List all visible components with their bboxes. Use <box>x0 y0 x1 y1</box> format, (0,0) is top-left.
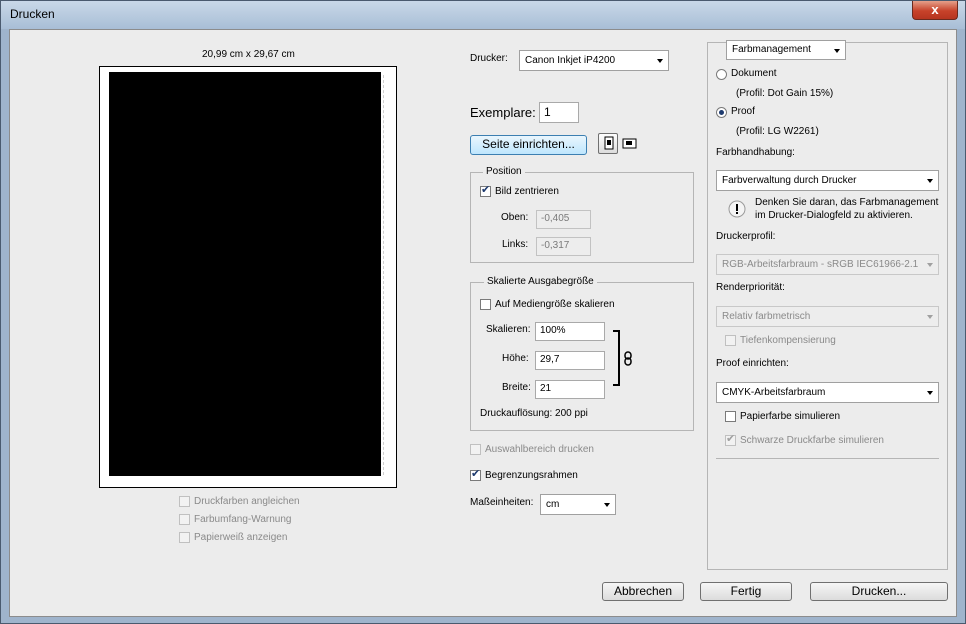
radio-dot-icon <box>719 110 724 115</box>
left-offset-input[interactable]: -0,317 <box>536 237 591 256</box>
portrait-orientation-icon <box>604 136 614 150</box>
width-input[interactable]: 21 <box>535 380 605 399</box>
printer-label: Drucker: <box>470 53 508 64</box>
color-handling-value: Farbverwaltung durch Drucker <box>722 175 857 186</box>
proof-radio[interactable] <box>716 107 727 118</box>
proof-profile: (Profil: LG W2261) <box>736 126 819 137</box>
fit-to-media-checkbox[interactable] <box>480 299 491 310</box>
print-dialog: Drucken x 20,99 cm x 29,67 cm Druckfarbe… <box>0 0 966 624</box>
page-setup-button[interactable]: Seite einrichten... <box>470 135 587 155</box>
center-image-label: Bild zentrieren <box>495 186 559 197</box>
print-resolution: Druckauflösung: 200 ppi <box>480 408 588 419</box>
printer-select[interactable]: Canon Inkjet iP4200 <box>519 50 669 71</box>
proof-label: Proof <box>731 106 755 117</box>
warning-text-1: Denken Sie daran, das Farbmanagement <box>755 197 939 208</box>
color-management-select[interactable]: Farbmanagement <box>726 40 846 60</box>
simulate-black-ink-label: Schwarze Druckfarbe simulieren <box>740 435 884 446</box>
print-selection-checkbox[interactable] <box>470 444 481 455</box>
landscape-orientation-button[interactable] <box>621 134 639 153</box>
scale-input[interactable]: 100% <box>535 322 605 341</box>
units-value: cm <box>546 499 560 510</box>
proof-setup-label: Proof einrichten: <box>716 358 789 369</box>
scale-label: Skalieren: <box>486 324 531 335</box>
color-handling-label: Farbhandhabung: <box>716 147 795 158</box>
height-label: Höhe: <box>502 353 529 364</box>
render-intent-select[interactable]: Relativ farbmetrisch <box>716 306 939 327</box>
top-offset-input[interactable]: -0,405 <box>536 210 591 229</box>
top-offset-label: Oben: <box>501 212 529 223</box>
portrait-orientation-button[interactable] <box>598 133 618 154</box>
show-paper-white-checkbox[interactable] <box>179 532 190 543</box>
show-paper-white-label: Papierweiß anzeigen <box>194 532 288 543</box>
landscape-orientation-icon <box>622 138 637 149</box>
simulate-paper-color-label: Papierfarbe simulieren <box>740 411 841 422</box>
warning-icon <box>728 200 746 218</box>
gamut-warning-checkbox[interactable] <box>179 514 190 525</box>
panel-divider <box>716 458 939 459</box>
document-profile: (Profil: Dot Gain 15%) <box>736 88 834 99</box>
proof-setup-value: CMYK-Arbeitsfarbraum <box>722 387 826 398</box>
chevron-down-icon <box>657 59 663 63</box>
simulate-black-ink-checkbox[interactable]: ✔ <box>725 433 736 446</box>
chevron-down-icon <box>927 263 933 267</box>
chevron-down-icon <box>927 179 933 183</box>
center-image-checkbox[interactable]: ✔ <box>480 184 491 197</box>
printer-profile-value: RGB-Arbeitsfarbraum - sRGB IEC61966-2.1 <box>722 259 919 270</box>
units-select[interactable]: cm <box>540 494 616 515</box>
color-management-value: Farbmanagement <box>732 44 811 55</box>
chevron-down-icon <box>927 391 933 395</box>
preview-image[interactable] <box>109 72 381 476</box>
copies-input[interactable]: 1 <box>539 102 579 123</box>
warning-text-2: im Drucker-Dialogfeld zu aktivieren. <box>755 210 913 221</box>
bounding-box-label: Begrenzungsrahmen <box>485 470 578 481</box>
checkmark-icon: ✔ <box>726 433 736 445</box>
printer-profile-label: Druckerprofil: <box>716 231 776 242</box>
document-radio[interactable] <box>716 69 727 80</box>
bounding-box-checkbox[interactable]: ✔ <box>470 468 481 481</box>
dialog-body: 20,99 cm x 29,67 cm Druckfarben angleich… <box>9 29 957 617</box>
print-selection-label: Auswahlbereich drucken <box>485 444 594 455</box>
position-legend: Position <box>483 166 525 177</box>
render-intent-label: Renderpriorität: <box>716 282 785 293</box>
copies-label: Exemplare: <box>470 105 536 120</box>
chevron-down-icon <box>927 315 933 319</box>
printer-value: Canon Inkjet iP4200 <box>525 55 616 66</box>
paper-size-label: 20,99 cm x 29,67 cm <box>202 49 295 60</box>
done-button[interactable]: Fertig <box>700 582 792 601</box>
render-intent-value: Relativ farbmetrisch <box>722 311 811 322</box>
document-label: Dokument <box>731 68 777 79</box>
printer-profile-select[interactable]: RGB-Arbeitsfarbraum - sRGB IEC61966-2.1 <box>716 254 939 275</box>
link-toggle[interactable] <box>623 351 633 366</box>
proof-setup-select[interactable]: CMYK-Arbeitsfarbraum <box>716 382 939 403</box>
black-point-compensation-checkbox[interactable] <box>725 335 736 346</box>
cancel-button[interactable]: Abbrechen <box>602 582 684 601</box>
link-bracket <box>613 330 620 386</box>
preview-margin-line <box>383 75 384 475</box>
width-label: Breite: <box>502 382 531 393</box>
window-title: Drucken <box>10 7 55 21</box>
checkmark-icon: ✔ <box>471 468 481 480</box>
fit-to-media-label: Auf Mediengröße skalieren <box>495 299 615 310</box>
checkmark-icon: ✔ <box>481 184 491 196</box>
color-handling-select[interactable]: Farbverwaltung durch Drucker <box>716 170 939 191</box>
link-icon <box>624 351 632 366</box>
chevron-down-icon <box>834 49 840 53</box>
left-offset-label: Links: <box>502 239 529 250</box>
units-label: Maßeinheiten: <box>470 497 534 508</box>
match-colors-label: Druckfarben angleichen <box>194 496 300 507</box>
preview-page <box>99 66 397 488</box>
scaled-output-legend: Skalierte Ausgabegröße <box>484 276 597 287</box>
simulate-paper-color-checkbox[interactable] <box>725 411 736 422</box>
title-bar[interactable]: Drucken x <box>1 1 965 29</box>
chevron-down-icon <box>604 503 610 507</box>
gamut-warning-label: Farbumfang-Warnung <box>194 514 292 525</box>
close-button[interactable]: x <box>912 1 958 20</box>
print-button[interactable]: Drucken... <box>810 582 948 601</box>
match-colors-checkbox[interactable] <box>179 496 190 507</box>
height-input[interactable]: 29,7 <box>535 351 605 370</box>
black-point-compensation-label: Tiefenkompensierung <box>740 335 836 346</box>
